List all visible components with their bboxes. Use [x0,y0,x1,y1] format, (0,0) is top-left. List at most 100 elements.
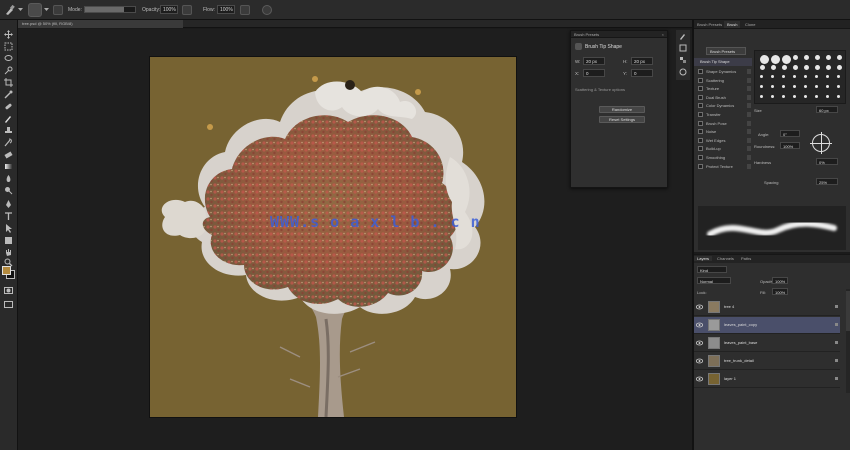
brush-tip-preset[interactable] [771,95,774,98]
angle-roundness-control[interactable] [810,132,832,154]
brush-preset-picker[interactable] [28,3,42,17]
path-select-tool-icon[interactable] [4,224,13,233]
screen-mode-icon[interactable] [4,300,13,309]
layer-row[interactable]: layer 1 [694,371,840,388]
brush-tip-preset[interactable] [793,55,798,60]
brush-tip-preset[interactable] [837,95,840,98]
brush-tip-preset[interactable] [760,95,763,98]
angle-field[interactable]: 0° [780,130,800,137]
roundness-field[interactable]: 100% [780,142,800,149]
y-field[interactable]: 0 [631,69,653,77]
tab-brush-presets[interactable]: Brush Presets [694,21,725,28]
brush-tip-grid[interactable] [754,50,846,104]
flow-field[interactable]: 100% [217,5,235,14]
hand-tool-icon[interactable] [4,248,13,257]
scrollbar-thumb[interactable] [846,291,850,331]
brush-tip-preset[interactable] [771,75,774,78]
brush-tip-preset[interactable] [804,95,807,98]
brush-tip-preset[interactable] [793,95,796,98]
checkbox[interactable] [698,155,703,160]
layer-options-icon[interactable] [835,359,838,362]
lock-icon[interactable] [747,155,751,160]
lock-icon[interactable] [747,112,751,117]
layer-options-icon[interactable] [835,305,838,308]
tab-paths[interactable]: Paths [738,256,754,261]
checkbox[interactable] [698,94,703,100]
panel-header[interactable]: Brush Presets × [571,31,667,38]
brush-setting-item[interactable]: Dual Brush [696,94,752,102]
tab-layers[interactable]: Layers [694,256,713,261]
brush-setting-item[interactable]: Shape Dynamics [696,68,752,76]
brush-setting-item[interactable]: Brush Pose [696,120,752,128]
eraser-tool-icon[interactable] [4,150,13,159]
brush-tip-preset[interactable] [760,75,763,78]
size-field[interactable]: 60 px [816,106,838,113]
brush-setting-item[interactable]: Noise [696,128,752,136]
marquee-tool-icon[interactable] [4,42,13,51]
brush-tip-preset[interactable] [815,55,820,60]
pen-tool-icon[interactable] [4,200,13,209]
eye-icon[interactable] [696,322,703,328]
shape-tool-icon[interactable] [4,236,13,245]
brush-tip-preset[interactable] [771,85,774,88]
brush-tip-preset[interactable] [793,65,798,70]
close-icon[interactable]: × [662,32,664,37]
lock-icon[interactable] [747,94,751,100]
pressure-opacity-button[interactable] [182,5,192,15]
lock-icon[interactable] [747,69,751,74]
tab-brush[interactable]: Brush [724,21,741,28]
brush-tip-preset[interactable] [826,75,829,78]
quick-select-tool-icon[interactable] [4,66,13,75]
brush-setting-item[interactable]: Scattering [696,77,752,85]
type-tool-icon[interactable] [4,212,13,221]
layer-options-icon[interactable] [835,377,838,380]
crop-tool-icon[interactable] [4,78,13,87]
brush-tip-preset[interactable] [760,55,769,64]
checkbox[interactable] [698,163,703,169]
clone-stamp-tool-icon[interactable] [4,126,13,135]
brush-tip-preset[interactable] [815,75,818,78]
lock-icon[interactable] [747,146,751,152]
brush-tool-icon[interactable] [4,114,13,123]
lock-icon[interactable] [747,86,751,92]
pressure-size-button[interactable] [262,5,272,15]
document-tab[interactable]: tree.psd @ 50% (fill, RGB/8) [18,20,183,28]
lock-icon[interactable] [747,120,751,126]
brush-setting-item[interactable]: Texture [696,85,752,93]
eye-icon[interactable] [696,340,703,346]
quick-mask-icon[interactable] [4,286,13,295]
layer-row[interactable]: tree_trunk_detail [694,353,840,370]
brush-setting-item[interactable]: Transfer [696,111,752,119]
brush-tool-icon[interactable] [4,4,16,16]
brush-tip-preset[interactable] [793,75,796,78]
randomize-button[interactable]: Randomize [599,106,645,113]
floating-brush-settings-panel[interactable]: Brush Presets × Brush Tip Shape W: 20 px … [570,30,668,188]
clone-source-icon[interactable] [679,44,687,52]
width-field[interactable]: 20 px [583,57,605,65]
blur-tool-icon[interactable] [4,174,13,183]
brush-presets-button[interactable]: Brush Presets [706,47,746,55]
checkbox[interactable] [698,120,703,126]
lock-icon[interactable] [747,137,751,143]
layer-row[interactable]: tree 4 [694,299,840,316]
x-field[interactable]: 0 [583,69,605,77]
brush-tip-preset[interactable] [782,85,785,88]
eyedropper-tool-icon[interactable] [4,90,13,99]
adjustments-icon[interactable] [679,68,687,76]
brush-tip-preset[interactable] [804,85,807,88]
blend-mode-dropdown[interactable]: Normal [697,277,731,284]
eye-icon[interactable] [696,376,703,382]
brush-tip-preset[interactable] [826,65,831,70]
tab-clone[interactable]: Clone [742,21,758,28]
swatches-icon[interactable] [679,56,687,64]
layer-row[interactable]: leaves_paint_base [694,335,840,352]
checkbox[interactable] [698,103,703,109]
brush-tip-preset[interactable] [837,75,840,78]
lock-icon[interactable] [747,77,751,83]
history-brush-tool-icon[interactable] [4,138,13,147]
mode-dropdown[interactable] [84,6,136,13]
brush-tip-preset[interactable] [760,85,763,88]
eye-icon[interactable] [696,304,703,310]
brush-tip-preset[interactable] [804,65,809,70]
brush-tip-preset[interactable] [815,65,820,70]
